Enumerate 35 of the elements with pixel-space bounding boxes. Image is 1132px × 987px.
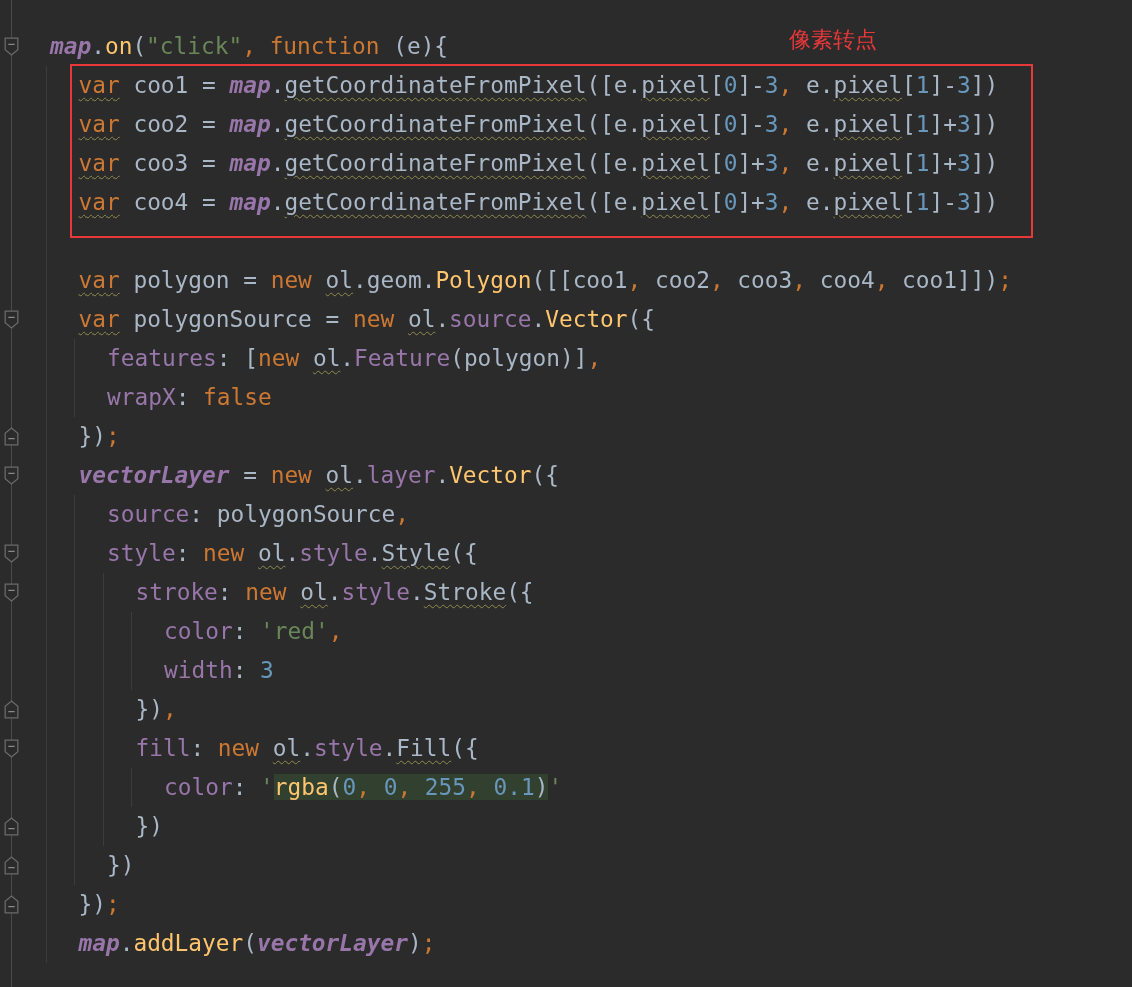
- code-line: }): [135, 812, 163, 841]
- fold-end-icon[interactable]: [4, 700, 19, 719]
- code-line: source: polygonSource,: [107, 500, 409, 529]
- code-line: vectorLayer = new ol.layer.Vector({: [78, 461, 559, 490]
- code-line: var coo4 = map.getCoordinateFromPixel([e.pixel[0]+3, e.pixel[1]-3]): [78, 188, 999, 217]
- fold-collapse-icon[interactable]: [4, 466, 19, 485]
- code-line: var coo1 = map.getCoordinateFromPixel([e.pixel[0]-3, e.pixel[1]-3]): [78, 71, 999, 100]
- code-line: var coo3 = map.getCoordinateFromPixel([e.pixel[0]+3, e.pixel[1]+3]): [78, 149, 999, 178]
- fold-collapse-icon[interactable]: [4, 583, 19, 602]
- fold-end-icon[interactable]: [4, 856, 19, 875]
- code-line: features: [new ol.Feature(polygon)],: [107, 344, 602, 373]
- code-line: var polygonSource = new ol.source.Vector({: [78, 305, 655, 334]
- code-line: color: 'red',: [164, 617, 343, 646]
- code-line: color: 'rgba(0, 0, 255, 0.1)': [164, 773, 563, 802]
- code-line: map.on("click", function (e){: [50, 32, 449, 61]
- code-line: fill: new ol.style.Fill({: [135, 734, 479, 763]
- code-line: style: new ol.style.Style({: [107, 539, 478, 568]
- annotation-label: 像素转点: [789, 26, 877, 54]
- code-line: var polygon = new ol.geom.Polygon([[coo1, coo2, coo3, coo4, coo1]]);: [78, 266, 1012, 295]
- code-line: }),: [135, 695, 177, 724]
- fold-collapse-icon[interactable]: [4, 310, 19, 329]
- code-line: var coo2 = map.getCoordinateFromPixel([e.pixel[0]-3, e.pixel[1]+3]): [78, 110, 999, 139]
- code-line: width: 3: [164, 656, 274, 685]
- fold-collapse-icon[interactable]: [4, 37, 19, 56]
- fold-collapse-icon[interactable]: [4, 739, 19, 758]
- code-line: });: [78, 890, 120, 919]
- fold-collapse-icon[interactable]: [4, 544, 19, 563]
- code-line: });: [78, 422, 120, 451]
- code-line: }): [107, 851, 135, 880]
- fold-end-icon[interactable]: [4, 895, 19, 914]
- code-line: stroke: new ol.style.Stroke({: [135, 578, 534, 607]
- code-line: map.addLayer(vectorLayer);: [78, 929, 436, 958]
- fold-end-icon[interactable]: [4, 817, 19, 836]
- fold-end-icon[interactable]: [4, 427, 19, 446]
- code-line: wrapX: false: [107, 383, 272, 412]
